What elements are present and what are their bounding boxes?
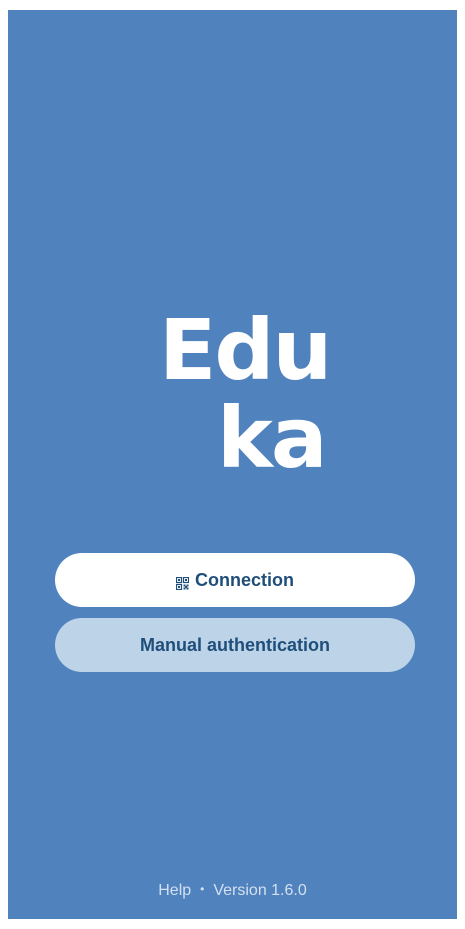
manual-authentication-label: Manual authentication [139,634,330,655]
qr-code-icon [175,574,190,590]
splash-screen: Edu ka Connection Manual authentication [8,10,457,919]
footer: Help • Version 1.6.0 [8,882,457,900]
logo-text-line1: Edu [159,301,332,399]
logo-text-line2: ka [217,389,328,487]
app-logo: Edu ka [8,300,457,490]
manual-authentication-button[interactable]: Manual authentication [55,618,415,672]
version-label: Version 1.6.0 [213,882,307,899]
connection-button-label: Connection [195,569,294,590]
connection-button[interactable]: Connection [55,553,415,607]
help-link[interactable]: Help [158,882,191,899]
footer-separator: • [200,882,205,896]
